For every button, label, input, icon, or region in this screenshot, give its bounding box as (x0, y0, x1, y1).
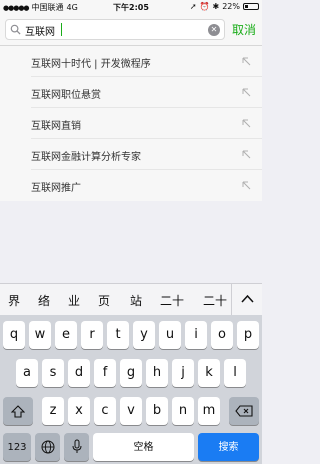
globe-key[interactable] (35, 433, 60, 461)
shift-icon (10, 405, 26, 418)
key-g[interactable]: g (120, 359, 142, 387)
candidate-word[interactable]: 业 (68, 292, 80, 309)
key-h[interactable]: h (146, 359, 168, 387)
shift-key[interactable] (3, 397, 33, 425)
key-q[interactable]: q (3, 321, 25, 349)
search-key-label: 搜索 (218, 442, 239, 453)
expand-candidates-button[interactable] (231, 284, 262, 316)
key-j[interactable]: j (172, 359, 194, 387)
suggestion-item[interactable]: 互联网直销 (31, 108, 262, 139)
suggestion-text: 互联网职位悬赏 (31, 90, 101, 101)
alarm-icon: ⏰ (199, 2, 210, 11)
chevron-up-icon (241, 294, 254, 303)
fill-query-arrow-icon[interactable] (241, 87, 252, 98)
keyboard: q w e r t y u i o p a s d f g h j k l z … (0, 315, 262, 464)
space-key-label: 空格 (133, 442, 154, 453)
space-key[interactable]: 空格 (93, 433, 194, 461)
key-k[interactable]: k (198, 359, 220, 387)
key-l[interactable]: l (224, 359, 246, 387)
key-p[interactable]: p (237, 321, 259, 349)
candidate-word[interactable]: 二十 (160, 292, 184, 309)
suggestion-item[interactable]: 互联网职位悬赏 (31, 77, 262, 108)
key-n[interactable]: n (172, 397, 194, 425)
key-a[interactable]: a (16, 359, 38, 387)
key-f[interactable]: f (94, 359, 116, 387)
cancel-button[interactable]: 取消 (232, 21, 256, 38)
search-key[interactable]: 搜索 (198, 433, 259, 461)
key-r[interactable]: r (81, 321, 103, 349)
suggestion-text: 互联网金融计算分析专家 (31, 152, 141, 163)
backspace-icon (235, 405, 253, 417)
globe-icon (41, 440, 54, 454)
battery-percent: 22% (222, 2, 240, 11)
bluetooth-icon: ✱ (212, 2, 220, 11)
clear-icon[interactable]: ✕ (208, 24, 220, 36)
suggestion-item[interactable]: 互联网十时代 | 开发微程序 (31, 46, 262, 77)
key-e[interactable]: e (55, 321, 77, 349)
candidate-word[interactable]: 页 (98, 292, 110, 309)
suggestion-text: 互联网推广 (31, 183, 81, 194)
status-bar: ●●●●● 中国联通 4G 下午2:05 ➚ ⏰ ✱ 22% (0, 0, 262, 14)
backspace-key[interactable] (229, 397, 259, 425)
key-d[interactable]: d (68, 359, 90, 387)
key-t[interactable]: t (107, 321, 129, 349)
numbers-key[interactable]: 123 (3, 433, 31, 461)
fill-query-arrow-icon[interactable] (241, 149, 252, 160)
search-input[interactable]: 互联网 ✕ (5, 19, 225, 40)
fill-query-arrow-icon[interactable] (241, 180, 252, 191)
key-c[interactable]: c (94, 397, 116, 425)
key-i[interactable]: i (185, 321, 207, 349)
candidate-word[interactable]: 站 (130, 292, 142, 309)
suggestion-list: 互联网十时代 | 开发微程序 互联网职位悬赏 互联网直销 互联网金融计算分析专家… (0, 46, 262, 201)
location-icon: ➚ (189, 2, 197, 11)
key-y[interactable]: y (133, 321, 155, 349)
key-o[interactable]: o (211, 321, 233, 349)
key-x[interactable]: x (68, 397, 90, 425)
dictation-key[interactable] (64, 433, 89, 461)
fill-query-arrow-icon[interactable] (241, 118, 252, 129)
key-z[interactable]: z (42, 397, 64, 425)
key-w[interactable]: w (29, 321, 51, 349)
candidate-word[interactable]: 界 (8, 292, 20, 309)
suggestion-item[interactable]: 互联网推广 (31, 170, 262, 201)
fill-query-arrow-icon[interactable] (241, 56, 252, 67)
suggestion-text: 互联网直销 (31, 121, 81, 132)
key-m[interactable]: m (198, 397, 220, 425)
key-u[interactable]: u (159, 321, 181, 349)
suggestion-text: 互联网十时代 | 开发微程序 (31, 59, 151, 70)
text-cursor (61, 23, 62, 36)
candidate-bar: 界 络 业 页 站 二十 二十 (0, 283, 262, 316)
microphone-icon (72, 439, 81, 453)
search-bar: 互联网 ✕ 取消 (0, 14, 262, 46)
key-s[interactable]: s (42, 359, 64, 387)
key-v[interactable]: v (120, 397, 142, 425)
suggestion-item[interactable]: 互联网金融计算分析专家 (31, 139, 262, 170)
candidate-word[interactable]: 二十 (203, 292, 227, 309)
candidate-word[interactable]: 络 (38, 292, 50, 309)
search-query: 互联网 (25, 27, 55, 38)
search-icon (10, 24, 21, 35)
numbers-key-label: 123 (7, 442, 27, 453)
battery-icon (243, 3, 259, 10)
key-b[interactable]: b (146, 397, 168, 425)
